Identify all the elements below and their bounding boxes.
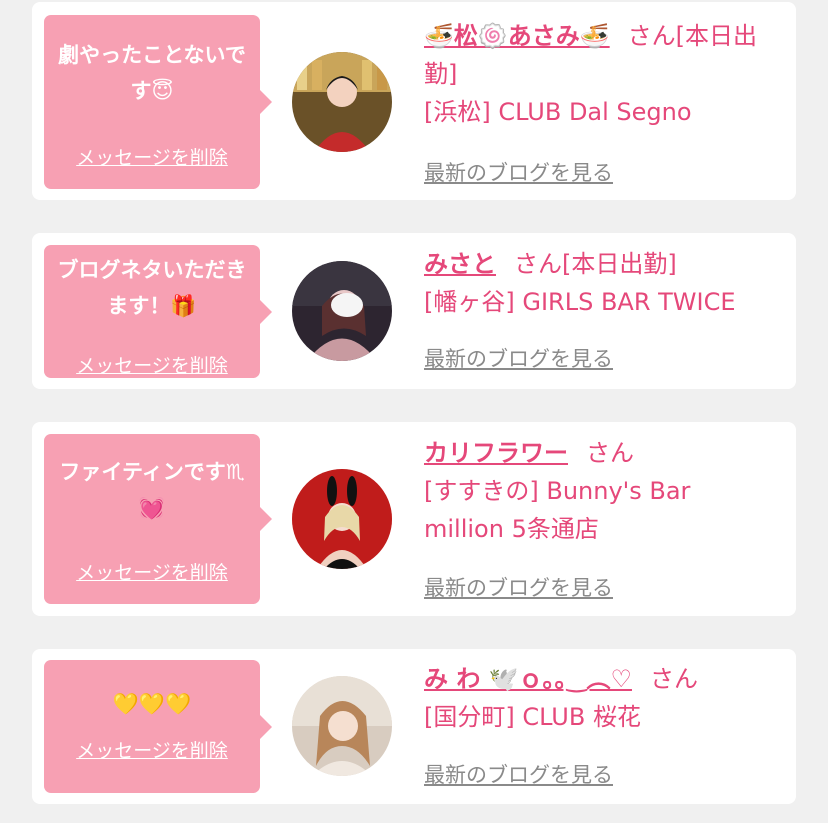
name-line: 🍜松🍥あさみ🍜 さん[本日出勤] [424, 17, 774, 93]
name-line: み わ 🕊️ｏ｡｡‿︵♡ さん [424, 660, 774, 698]
latest-blog-link[interactable]: 最新のブログを見る [424, 572, 613, 602]
profile-info: カリフラワー さん [すすきの] Bunny's Bar million 5条通店 [424, 434, 774, 548]
cast-name-link[interactable]: 🍜松🍥あさみ🍜 [424, 22, 610, 50]
message-text: 💛💛💛 [112, 692, 192, 716]
shop-name: [国分町] CLUB 桜花 [424, 703, 641, 731]
delete-message-link[interactable]: メッセージを削除 [44, 354, 260, 378]
cast-name-link[interactable]: みさと [424, 250, 496, 278]
delete-message-link[interactable]: メッセージを削除 [44, 561, 260, 585]
shop-name: [幡ヶ谷] GIRLS BAR TWICE [424, 288, 736, 316]
avatar[interactable] [292, 469, 392, 569]
latest-blog-link[interactable]: 最新のブログを見る [424, 157, 613, 187]
message-bubble: 劇やったことないです😇 メッセージを削除 [44, 15, 272, 189]
shop-name: [浜松] CLUB Dal Segno [424, 98, 692, 126]
message-text: 劇やったことないです😇 [58, 43, 246, 103]
message-bubble: ブログネタいただきます！🎁 メッセージを削除 [44, 245, 272, 378]
shop-name: [すすきの] Bunny's Bar million 5条通店 [424, 477, 691, 543]
profile-info: 🍜松🍥あさみ🍜 さん[本日出勤] [浜松] CLUB Dal Segno [424, 17, 774, 131]
message-bubble: 💛💛💛 メッセージを削除 [44, 660, 272, 793]
cast-name-link[interactable]: カリフラワー [424, 439, 568, 467]
name-suffix: さん [586, 439, 634, 467]
profile-info: みさと さん[本日出勤] [幡ヶ谷] GIRLS BAR TWICE [424, 245, 774, 321]
profile-info: み わ 🕊️ｏ｡｡‿︵♡ さん [国分町] CLUB 桜花 [424, 660, 774, 736]
cast-name-link[interactable]: み わ 🕊️ｏ｡｡‿︵♡ [424, 665, 632, 693]
message-card: ファイティンです♏💓 メッセージを削除 カリフラワー さん [すすきの] Bunn… [32, 422, 796, 616]
message-card: 劇やったことないです😇 メッセージを削除 🍜松🍥あさみ🍜 さん[本日出勤] [浜松… [32, 2, 796, 200]
message-text: ブログネタいただきます！🎁 [57, 258, 247, 318]
delete-message-link[interactable]: メッセージを削除 [44, 739, 260, 763]
name-line: カリフラワー さん [424, 434, 774, 472]
message-text: ファイティンです♏💓 [59, 460, 245, 520]
latest-blog link[interactable]: 最新のブログを見る [424, 343, 613, 373]
avatar[interactable] [292, 261, 392, 361]
name-suffix: さん[本日出勤] [514, 250, 677, 278]
delete-message-link[interactable]: メッセージを削除 [44, 146, 260, 170]
latest-blog-link[interactable]: 最新のブログを見る [424, 759, 613, 789]
avatar[interactable] [292, 52, 392, 152]
message-bubble: ファイティンです♏💓 メッセージを削除 [44, 434, 272, 604]
name-line: みさと さん[本日出勤] [424, 245, 774, 283]
message-card: ブログネタいただきます！🎁 メッセージを削除 みさと さん[本日出勤] [幡ヶ谷]… [32, 233, 796, 389]
name-suffix: さん [649, 665, 698, 693]
message-card: 💛💛💛 メッセージを削除 み わ 🕊️ｏ｡｡‿︵♡ さん [国分町] CLUB 桜… [32, 649, 796, 804]
avatar[interactable] [292, 676, 392, 776]
